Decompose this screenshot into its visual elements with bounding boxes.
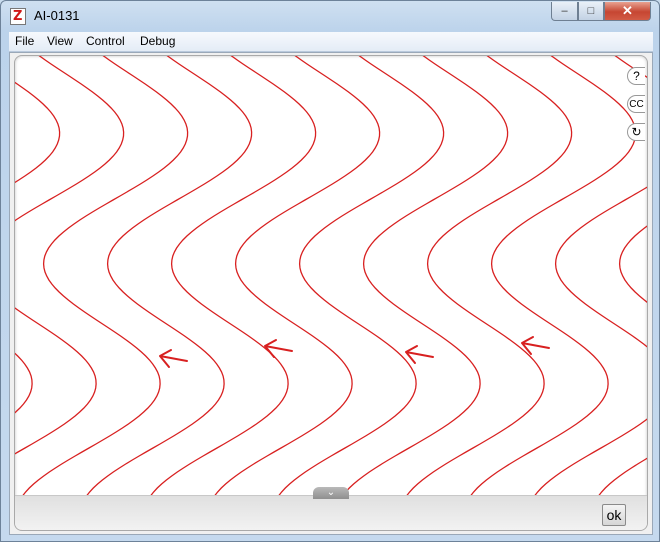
field-line: [207, 56, 381, 530]
field-line: [271, 56, 445, 530]
minimize-button[interactable]: –: [551, 2, 578, 21]
app-window: Z AI-0131 – □ ✕ File View Control Debug …: [0, 0, 660, 542]
field-line: [79, 56, 253, 530]
app-icon: Z: [10, 8, 26, 25]
direction-arrow: [521, 336, 550, 355]
direction-arrow: [159, 349, 188, 368]
captions-icon[interactable]: CC: [627, 95, 645, 113]
field-line: [15, 81, 61, 414]
field-line: [463, 56, 637, 530]
simulation-panel[interactable]: ? CC ↻ ⌄ ok: [14, 55, 648, 531]
close-button[interactable]: ✕: [604, 2, 651, 21]
wave-field-canvas[interactable]: [15, 56, 647, 530]
window-title: AI-0131: [34, 8, 80, 23]
menu-file[interactable]: File: [15, 34, 34, 48]
field-line: [335, 56, 509, 530]
ok-button[interactable]: ok: [602, 504, 626, 526]
field-line: [143, 56, 317, 530]
refresh-icon[interactable]: ↻: [627, 123, 645, 141]
maximize-button[interactable]: □: [578, 2, 604, 21]
menu-control[interactable]: Control: [86, 34, 125, 48]
title-bar[interactable]: Z AI-0131 – □ ✕: [1, 1, 659, 31]
direction-arrow: [405, 345, 434, 364]
menu-debug[interactable]: Debug: [140, 34, 175, 48]
direction-arrow: [264, 339, 293, 358]
field-line: [15, 56, 189, 530]
menu-view[interactable]: View: [47, 34, 73, 48]
help-icon[interactable]: ?: [627, 67, 645, 85]
field-line: [399, 56, 573, 530]
client-area: ? CC ↻ ⌄ ok: [9, 52, 653, 535]
menu-bar: File View Control Debug: [9, 32, 653, 52]
chevron-down-icon[interactable]: ⌄: [313, 487, 349, 499]
